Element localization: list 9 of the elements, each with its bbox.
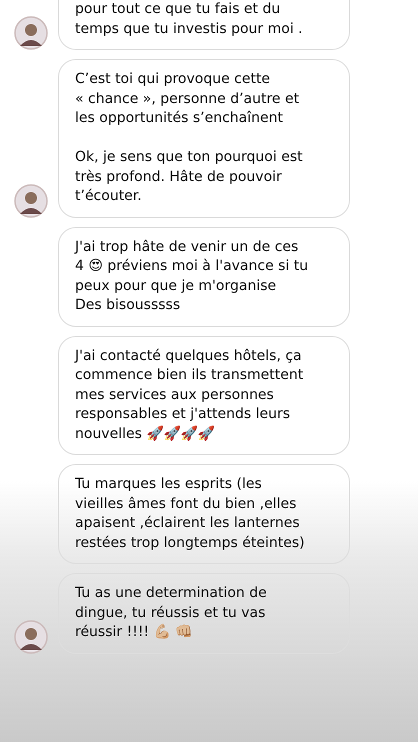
message-bubble: Tu marques les esprits (les vieilles âmes font du bien ,elles apaisent ,éclairent les lanternes restées trop longtemps éteintes) [58,464,350,564]
avatar [14,16,48,50]
message-bubble: pour tout ce que tu fais et du temps que tu investis pour moi . [58,0,350,50]
avatar [14,620,48,654]
message-bubble: C’est toi qui provoque cette « chance », personne d’autre et les opportunités s’enchaînent Ok, je sens que ton pourquoi est très profond. Hâte de pouvoir t’écouter. [58,59,350,218]
message-bubble: J'ai contacté quelques hôtels, ça commence bien ils transmettent mes services aux personnes responsables et j'attends leurs nouvelles 🚀🚀🚀🚀 [58,336,350,455]
avatar [14,184,48,218]
message-bubble: Tu as une determination de dingue, tu réussis et tu vas réussir !!!! 💪🏼 👊🏼 [58,573,350,654]
message-bubble: J'ai trop hâte de venir un de ces 4 😍 préviens moi à l'avance si tu peux pour que je m'organise Des bisousssss [58,226,350,326]
